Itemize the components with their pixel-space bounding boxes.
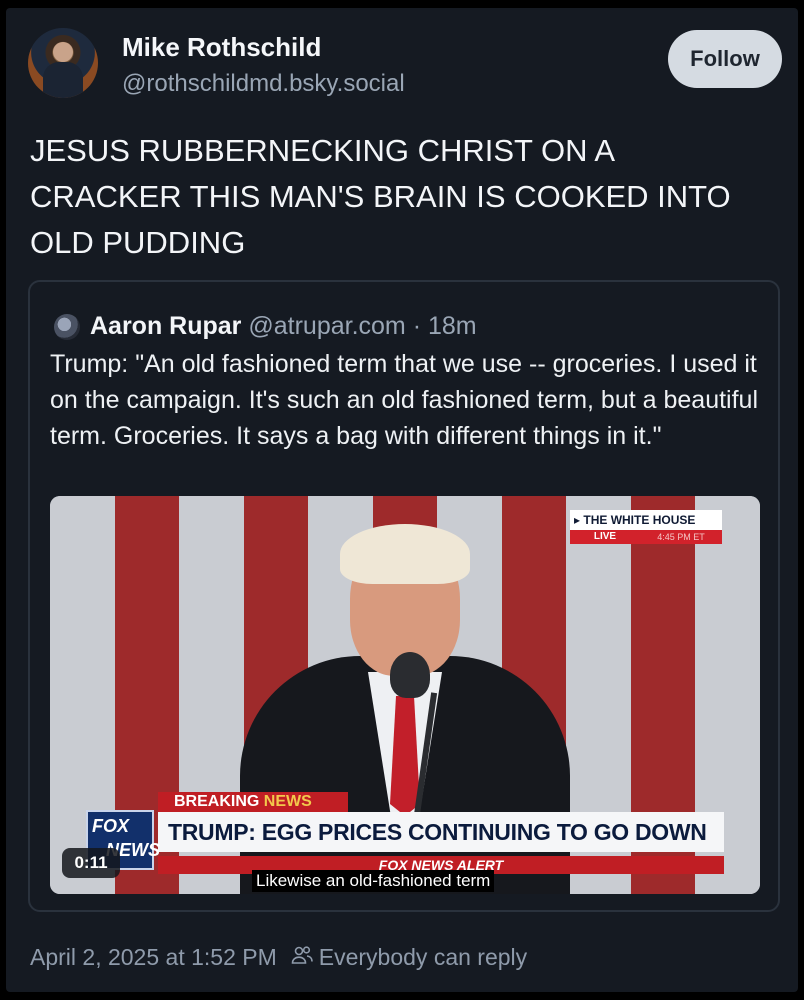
post-text: JESUS RUBBERNECKING CHRIST ON A CRACKER …	[30, 133, 731, 260]
bug-bottom-row: LIVE 4:45 PM ET	[570, 530, 722, 544]
quoted-author-name[interactable]: Aaron Rupar	[90, 312, 241, 340]
logo-fox-text: FOX	[92, 816, 130, 836]
video-timestamp: 0:11	[62, 848, 120, 878]
speaker-hair	[340, 524, 470, 584]
author-name[interactable]: Mike Rothschild	[122, 32, 321, 63]
microphone	[390, 652, 430, 698]
breaking-text: BREAKING	[174, 793, 264, 810]
bug-title-text: THE WHITE HOUSE	[583, 513, 696, 527]
people-icon	[291, 944, 313, 971]
live-label: LIVE	[570, 530, 640, 544]
author-handle[interactable]: @rothschildmd.bsky.social	[122, 70, 405, 98]
quoted-post[interactable]: Aaron Rupar @atrupar.com · 18m Trump: "A…	[28, 280, 780, 912]
reply-setting[interactable]: Everybody can reply	[319, 944, 527, 971]
white-house-live-bug: ▸ THE WHITE HOUSE LIVE 4:45 PM ET	[570, 510, 722, 544]
author-avatar[interactable]	[28, 28, 98, 98]
quoted-handle-text[interactable]: @atrupar.com	[248, 312, 405, 340]
video-caption: Likewise an old-fashioned term	[252, 870, 495, 892]
avatar-figure-head	[53, 42, 73, 62]
quoted-post-time: 18m	[427, 312, 477, 340]
post-footer: April 2, 2025 at 1:52 PM Everybody can r…	[30, 944, 527, 971]
follow-button[interactable]: Follow	[668, 30, 782, 88]
post-date: April 2, 2025 at 1:52 PM	[30, 944, 277, 970]
white-house-bug-title: ▸ THE WHITE HOUSE	[570, 510, 722, 530]
quoted-author-avatar[interactable]	[54, 314, 80, 340]
video-player[interactable]: ▸ THE WHITE HOUSE LIVE 4:45 PM ET BREAKI…	[50, 496, 760, 894]
breaking-news-label: BREAKING NEWS	[158, 792, 348, 812]
separator-dot: ·	[405, 312, 428, 340]
bug-time: 4:45 PM ET	[640, 530, 722, 544]
breaking-news-text: NEWS	[263, 793, 312, 810]
chyron-headline: TRUMP: EGG PRICES CONTINUING TO GO DOWN	[158, 812, 724, 852]
avatar-figure-body	[43, 62, 83, 98]
quoted-post-header: Aaron Rupar @atrupar.com · 18m	[90, 312, 477, 341]
post-card: Mike Rothschild @rothschildmd.bsky.socia…	[6, 8, 798, 992]
quoted-post-text: Trump: "An old fashioned term that we us…	[50, 350, 758, 450]
quoted-author-handle: @atrupar.com · 18m	[248, 312, 476, 340]
